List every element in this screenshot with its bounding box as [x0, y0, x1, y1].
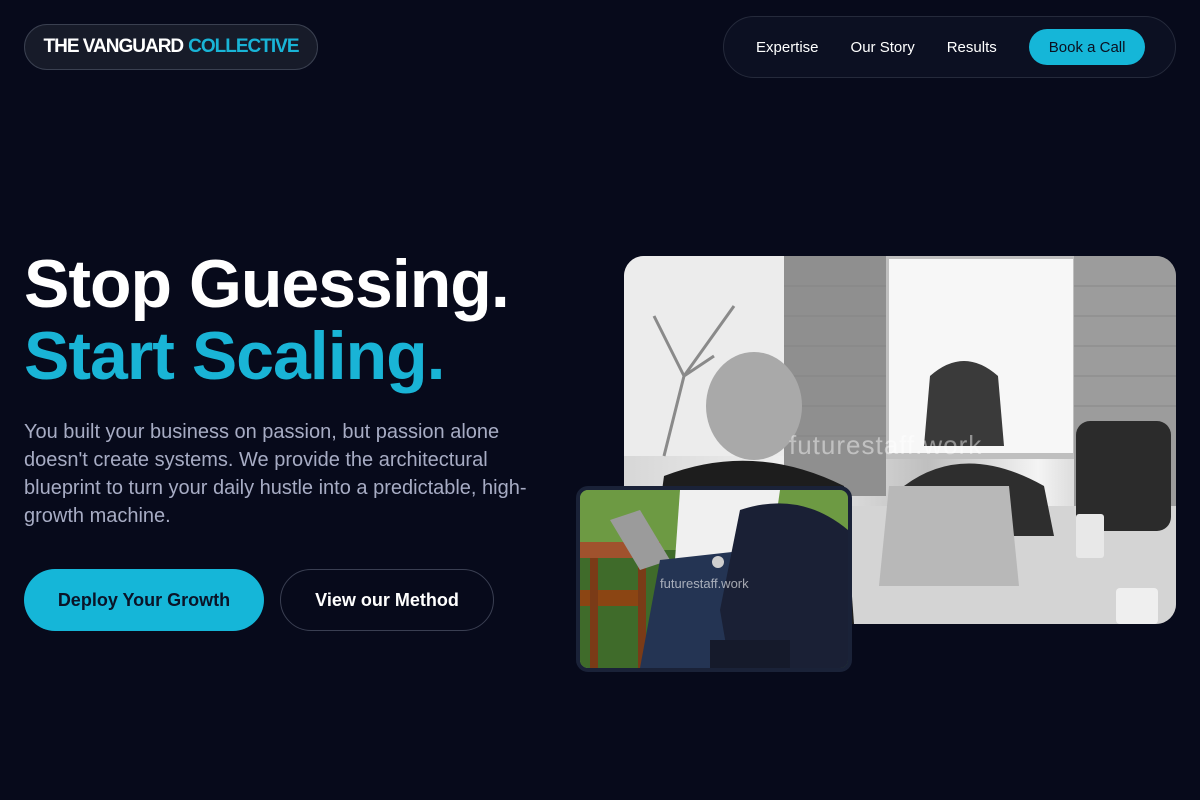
nav-link-our-story[interactable]: Our Story: [851, 39, 915, 56]
view-our-method-button[interactable]: View our Method: [280, 569, 494, 631]
hero-description: You built your business on passion, but …: [24, 421, 527, 527]
inset-photo-illustration: futurestaff.work: [580, 490, 848, 668]
inset-photo: futurestaff.work: [576, 486, 852, 672]
landing-page: THE VANGUARD COLLECTIVE Expertise Our St…: [0, 0, 1200, 800]
deploy-your-growth-button[interactable]: Deploy Your Growth: [24, 569, 264, 631]
inset-photo-watermark: futurestaff.work: [660, 576, 749, 591]
hero-headline: Stop Guessing. Start Scaling.: [24, 246, 510, 394]
headline-line-2: Start Scaling.: [24, 318, 446, 394]
nav-link-results[interactable]: Results: [947, 39, 997, 56]
brand-name-part1: THE VANGUARD: [43, 36, 185, 57]
headline-line-1: Stop Guessing.: [24, 246, 510, 322]
nav-link-expertise[interactable]: Expertise: [756, 39, 819, 56]
brand-logo[interactable]: THE VANGUARD COLLECTIVE: [24, 24, 318, 70]
brand-name-part2: COLLECTIVE: [188, 36, 299, 57]
book-a-call-button[interactable]: Book a Call: [1028, 29, 1146, 65]
top-navigation: Expertise Our Story Results Book a Call: [723, 16, 1176, 78]
main-photo-watermark: futurestaff.work: [789, 430, 982, 460]
